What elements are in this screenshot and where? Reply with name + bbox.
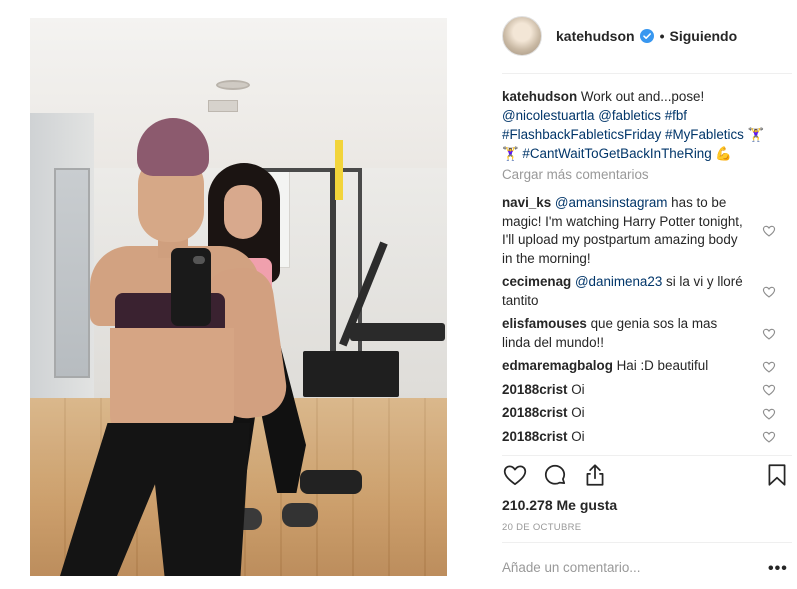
comment-bubble-icon[interactable] bbox=[542, 462, 568, 488]
post-date[interactable]: 20 DE OCTUBRE bbox=[502, 522, 581, 533]
comment-username[interactable]: elisfamouses bbox=[502, 316, 587, 331]
avatar[interactable] bbox=[502, 16, 542, 56]
load-more-comments-link[interactable]: Cargar más comentarios bbox=[502, 167, 649, 182]
comment-list: navi_ks @amansinstagram has to be magic!… bbox=[502, 194, 782, 451]
comment-username[interactable]: cecimenag bbox=[502, 274, 571, 289]
comment-item: 20188crist Oi bbox=[502, 404, 782, 423]
share-icon[interactable] bbox=[582, 462, 608, 488]
smartphone bbox=[171, 248, 211, 326]
comment-username[interactable]: 20188crist bbox=[502, 429, 568, 444]
comment-username[interactable]: 20188crist bbox=[502, 382, 568, 397]
post-sidebar: katehudson • Siguiendo katehudson Work o… bbox=[447, 0, 797, 589]
post-photo[interactable] bbox=[30, 18, 447, 576]
comment-username[interactable]: navi_ks bbox=[502, 195, 551, 210]
comment-username[interactable]: edmaremagbalog bbox=[502, 358, 613, 373]
heart-icon[interactable] bbox=[502, 462, 528, 488]
action-bar bbox=[502, 462, 792, 492]
post-caption: katehudson Work out and...pose! @nicoles… bbox=[502, 87, 780, 163]
small-heart-icon[interactable] bbox=[762, 407, 776, 421]
post-header: katehudson • Siguiendo bbox=[502, 16, 782, 56]
comment-text: Hai :D beautiful bbox=[616, 358, 709, 373]
comment-item: 20188crist Oi bbox=[502, 428, 782, 447]
like-count[interactable]: 210.278 Me gusta bbox=[502, 497, 617, 513]
main-person bbox=[60, 118, 291, 576]
small-heart-icon[interactable] bbox=[762, 383, 776, 397]
comment-text: Oi bbox=[571, 381, 585, 397]
header-username[interactable]: katehudson bbox=[556, 28, 635, 44]
caption-text: 💪 bbox=[711, 146, 733, 161]
caption-text: Work out and...pose! bbox=[577, 89, 705, 104]
small-heart-icon[interactable] bbox=[762, 285, 776, 299]
small-heart-icon[interactable] bbox=[762, 327, 776, 341]
comment-item: 20188crist Oi bbox=[502, 381, 782, 400]
comment-username[interactable]: 20188crist bbox=[502, 405, 568, 420]
actions-divider bbox=[502, 455, 792, 456]
caption-tag-link[interactable]: @nicolestuartla bbox=[502, 108, 595, 123]
more-options-icon[interactable]: ••• bbox=[768, 560, 788, 578]
following-button[interactable]: Siguiendo bbox=[669, 28, 737, 44]
comment-item: elisfamouses que genia sos la mas linda … bbox=[502, 315, 782, 352]
header-divider bbox=[502, 73, 792, 74]
small-heart-icon[interactable] bbox=[762, 224, 776, 238]
comment-item: cecimenag @danimena23 si la vi y lloré t… bbox=[502, 273, 782, 310]
caption-tag-link[interactable]: @fabletics bbox=[598, 108, 661, 123]
comment-text: Oi bbox=[571, 428, 585, 444]
comment-text: Oi bbox=[571, 405, 585, 420]
treadmill bbox=[339, 241, 445, 353]
yellow-strap bbox=[335, 140, 343, 200]
verified-badge-icon bbox=[639, 29, 654, 43]
bookmark-icon[interactable] bbox=[764, 462, 790, 488]
caption-username[interactable]: katehudson bbox=[502, 89, 577, 104]
separator-dot: • bbox=[659, 28, 665, 44]
small-heart-icon[interactable] bbox=[762, 360, 776, 374]
comment-item: edmaremagbalog Hai :D beautiful bbox=[502, 357, 782, 376]
add-comment-divider bbox=[502, 542, 792, 543]
ceiling-vent bbox=[208, 100, 238, 112]
ceiling-light bbox=[216, 80, 250, 90]
caption-tag-link[interactable]: #fbf bbox=[665, 108, 687, 123]
comment-mention-link[interactable]: @danimena23 bbox=[575, 274, 662, 289]
caption-tag-link[interactable]: #CantWaitToGetBackInTheRing bbox=[522, 146, 711, 161]
comment-mention-link[interactable]: @amansinstagram bbox=[555, 195, 668, 210]
caption-tag-link[interactable]: #MyFabletics bbox=[665, 127, 744, 142]
comment-item: navi_ks @amansinstagram has to be magic!… bbox=[502, 194, 782, 268]
caption-tag-link[interactable]: #FlashbackFableticsFriday bbox=[502, 127, 661, 142]
add-comment-input[interactable] bbox=[502, 560, 732, 575]
small-heart-icon[interactable] bbox=[762, 430, 776, 444]
